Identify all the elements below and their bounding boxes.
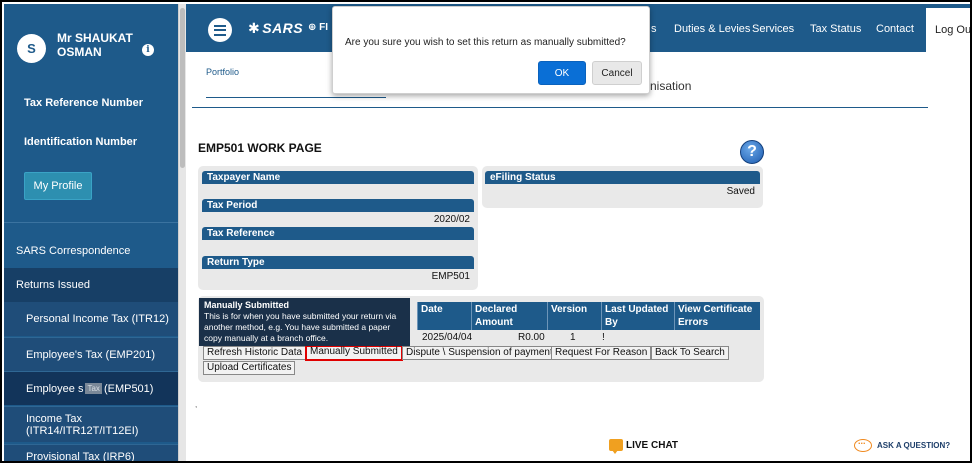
- return-type-value: EMP501: [431, 271, 470, 282]
- sidebar-item-emp201[interactable]: Employee's Tax (EMP201): [4, 337, 178, 371]
- upload-certificates-button[interactable]: Upload Certificates: [203, 361, 296, 375]
- header-version: Version: [547, 302, 601, 330]
- info-icon[interactable]: i: [142, 44, 154, 56]
- dispute-button[interactable]: Dispute \ Suspension of payment: [402, 346, 557, 360]
- request-for-reason-button[interactable]: Request For Reason: [551, 346, 652, 360]
- tooltip-title: Manually Submitted: [204, 300, 290, 310]
- user-block: S Mr SHAUKAT OSMAN i: [4, 4, 178, 84]
- sidebar-scrollbar[interactable]: [178, 4, 186, 461]
- back-to-search-button[interactable]: Back To Search: [651, 346, 729, 360]
- row-date: 2025/04/04: [422, 332, 473, 343]
- taxpayer-name-header: Taxpayer Name: [202, 171, 474, 184]
- tax-period-value: 2020/02: [433, 214, 470, 225]
- sidebar-item-itr14[interactable]: Income Tax (ITR14/ITR12T/IT12EI): [4, 406, 178, 442]
- sidebar-item-label: Employee s: [26, 382, 84, 395]
- details-panel: Taxpayer Name Tax Period 2020/02 Tax Ref…: [198, 166, 478, 290]
- organisation-label: nisation: [650, 79, 692, 93]
- dialog-message: Are you sure you wish to set this return…: [345, 37, 626, 48]
- logout-button[interactable]: Log Ou: [926, 8, 970, 52]
- sidebar-item-label-suffix: (EMP501): [103, 382, 154, 395]
- ok-button[interactable]: OK: [538, 61, 586, 85]
- nav-item-duties-levies[interactable]: Duties & Levies: [674, 23, 750, 35]
- cancel-button[interactable]: Cancel: [592, 61, 642, 85]
- row-amount: R0.00: [518, 332, 545, 343]
- header-declared-amount: Declared Amount: [471, 302, 547, 330]
- header-date: Date: [417, 302, 471, 330]
- sidebar-item-label: Personal Income Tax (ITR12): [26, 313, 169, 325]
- nav-item-tax-status[interactable]: Tax Status: [810, 23, 861, 35]
- chat-icon: [609, 439, 623, 454]
- menu-icon[interactable]: [208, 18, 232, 42]
- sidebar: S Mr SHAUKAT OSMAN i Tax Reference Numbe…: [4, 4, 178, 463]
- nav-item-contact[interactable]: Contact: [876, 23, 914, 35]
- refresh-historic-data-button[interactable]: Refresh Historic Data: [203, 346, 307, 360]
- user-name: Mr SHAUKAT OSMAN: [57, 31, 133, 59]
- avatar[interactable]: S: [17, 34, 46, 63]
- screen-frame: S Mr SHAUKAT OSMAN i Tax Reference Numbe…: [0, 0, 972, 463]
- identification-label: Identification Number: [24, 136, 138, 148]
- breadcrumb-divider: [192, 107, 928, 108]
- ask-question-label: ASK A QUESTION?: [877, 441, 951, 450]
- sidebar-item-label: SARS Correspondence: [16, 245, 131, 257]
- sidebar-item-label: Returns Issued: [16, 279, 90, 291]
- header-view-certificate-errors: View Certificate Errors: [674, 302, 760, 330]
- confirm-dialog: Are you sure you wish to set this return…: [332, 6, 650, 94]
- my-profile-button[interactable]: My Profile: [24, 172, 92, 200]
- efiling-status-value: Saved: [726, 186, 755, 197]
- ask-question-button[interactable]: ASK A QUESTION?: [854, 436, 951, 452]
- efiling-status-header: eFiling Status: [485, 171, 760, 184]
- nav-item-services[interactable]: Services: [752, 23, 794, 35]
- sidebar-divider: [4, 222, 178, 223]
- breadcrumb-underline: [206, 97, 386, 98]
- sidebar-item-returns-issued[interactable]: Returns Issued: [4, 268, 178, 302]
- row-version: 1: [570, 332, 576, 343]
- return-type-header: Return Type: [202, 256, 474, 269]
- sars-logo[interactable]: ✱ SARS: [248, 20, 303, 37]
- sidebar-item-label: Income Tax (ITR14/ITR12T/IT12EI): [26, 412, 139, 437]
- tax-chip: Tax: [85, 383, 102, 394]
- help-icon[interactable]: ?: [740, 140, 764, 164]
- sidebar-item-itr12[interactable]: Personal Income Tax (ITR12): [4, 302, 178, 336]
- tax-reference-header: Tax Reference: [202, 227, 474, 240]
- sidebar-item-emp501[interactable]: Employee s Tax (EMP501): [4, 371, 178, 405]
- row-updated-by: !: [602, 332, 605, 343]
- manually-submitted-button[interactable]: Manually Submitted: [305, 345, 403, 361]
- efiling-status-panel: eFiling Status Saved: [482, 166, 763, 208]
- sidebar-item-irp6[interactable]: Provisional Tax (IRP6): [4, 444, 178, 463]
- header-last-updated-by: Last Updated By: [601, 302, 674, 330]
- stray-mark: ,: [195, 400, 198, 409]
- breadcrumb-portfolio[interactable]: Portfolio: [206, 67, 239, 77]
- speech-bubble-icon: [854, 436, 872, 452]
- page-title: EMP501 WORK PAGE: [198, 141, 322, 155]
- live-chat-label: LIVE CHAT: [626, 439, 679, 451]
- efiling-logo: ⊕ FI: [308, 22, 329, 33]
- scroll-thumb[interactable]: [180, 8, 185, 168]
- live-chat-button[interactable]: LIVE CHAT: [609, 439, 679, 454]
- tax-reference-label: Tax Reference Number: [24, 97, 144, 109]
- nav-item-partial[interactable]: s: [651, 23, 657, 35]
- tax-period-header: Tax Period: [202, 199, 474, 212]
- manually-submitted-tooltip: Manually Submitted This is for when you …: [199, 298, 410, 346]
- sidebar-item-label: Provisional Tax (IRP6): [26, 451, 135, 463]
- tooltip-body: This is for when you have submitted your…: [204, 311, 397, 343]
- sidebar-item-label: Employee's Tax (EMP201): [26, 348, 156, 361]
- sidebar-item-sars-correspondence[interactable]: SARS Correspondence: [4, 238, 178, 264]
